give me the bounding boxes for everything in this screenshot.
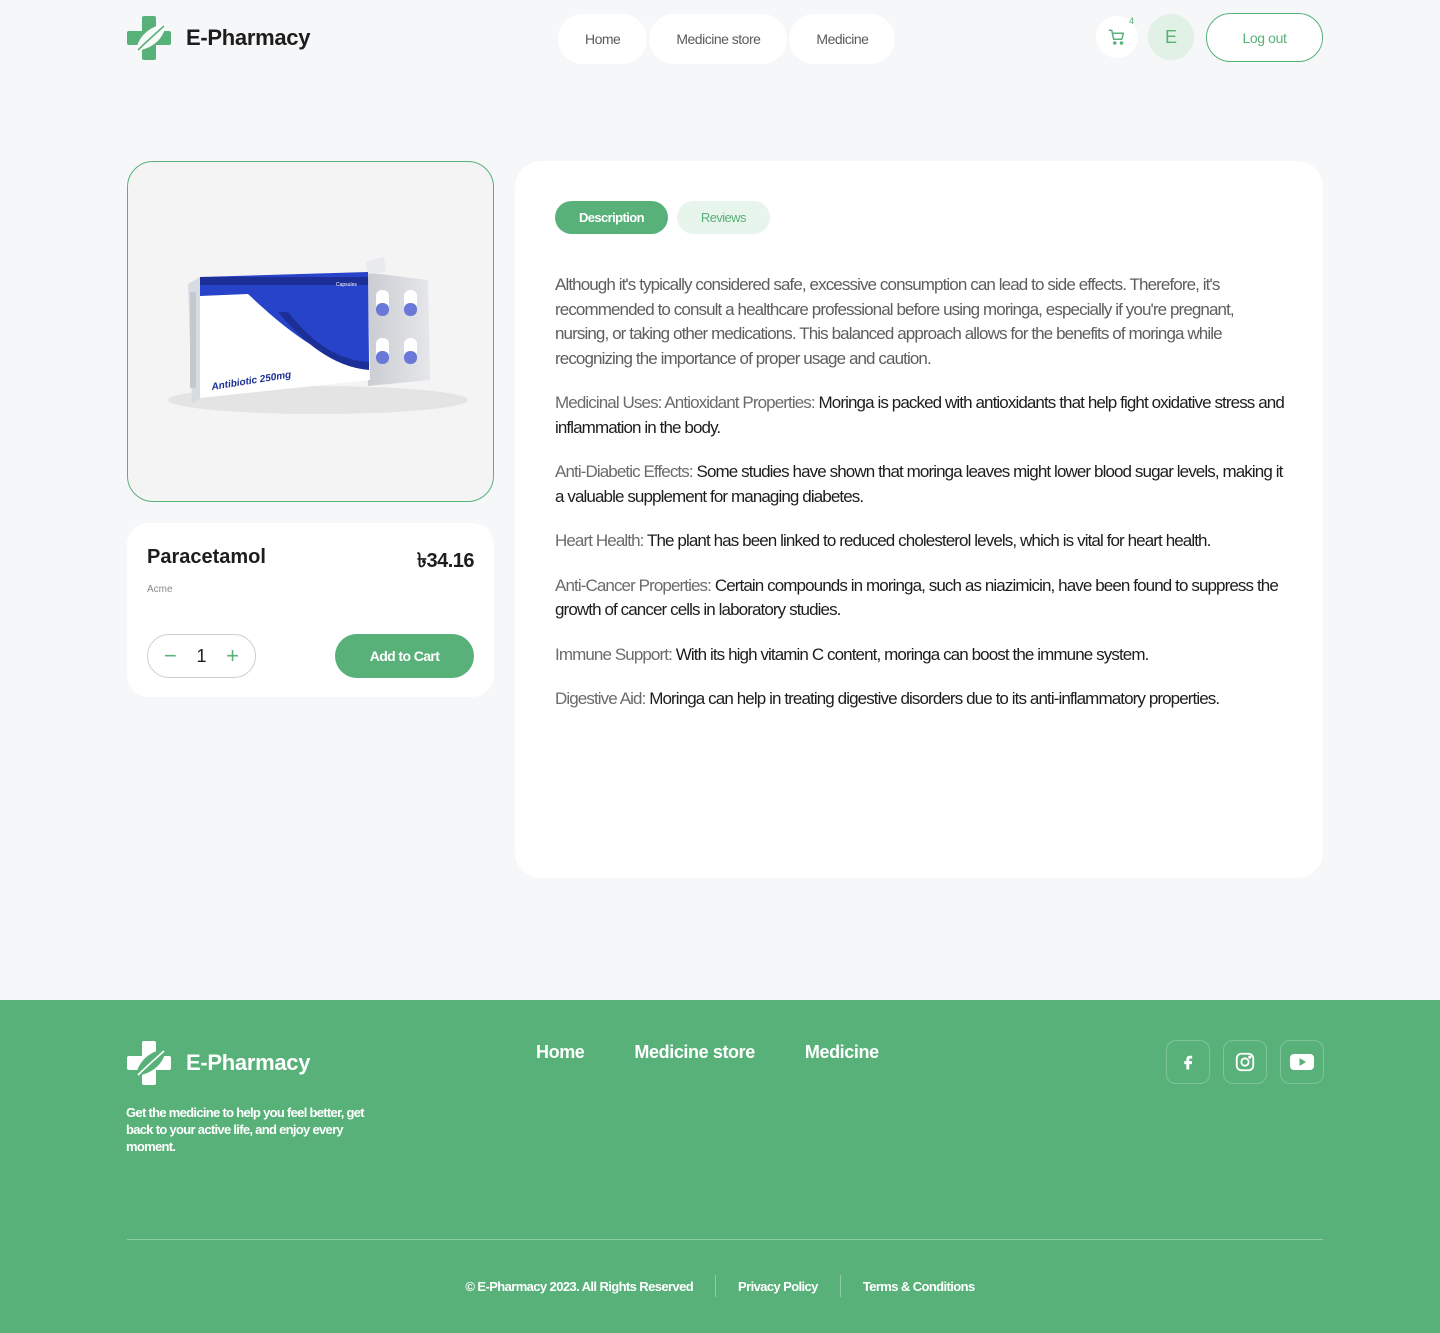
- instagram-icon: [1235, 1052, 1255, 1072]
- youtube-link[interactable]: [1280, 1040, 1324, 1084]
- increment-button[interactable]: +: [226, 645, 239, 667]
- cart-count-badge: 4: [1128, 16, 1134, 26]
- logo[interactable]: E-Pharmacy: [126, 15, 310, 61]
- footer-nav-medicine-store[interactable]: Medicine store: [634, 1042, 755, 1063]
- cart-icon: [1108, 29, 1125, 45]
- footer-logo-text: E-Pharmacy: [186, 1050, 311, 1075]
- description-intro: Although it's typically considered safe,…: [555, 275, 1235, 368]
- copyright-text: © E-Pharmacy 2023. All Rights Reserved: [465, 1278, 694, 1294]
- tab-reviews[interactable]: Reviews: [676, 201, 770, 234]
- product-brand: Acme: [147, 584, 173, 595]
- description-item: Immune Support: With its high vitamin C …: [555, 643, 1285, 668]
- footer-logo[interactable]: E-Pharmacy: [126, 1040, 310, 1086]
- description-item-label: Heart Health:: [555, 531, 644, 550]
- facebook-link[interactable]: [1166, 1040, 1210, 1084]
- social-links: [1166, 1040, 1324, 1084]
- description-item-text: With its high vitamin C content, moringa…: [675, 644, 1150, 664]
- description-item-label: Anti-Diabetic Effects:: [555, 462, 694, 481]
- description-item: Digestive Aid: Moringa can help in treat…: [555, 687, 1285, 712]
- product-info-card: Paracetamol ৳34.16 Acme − 1 + Add to Car…: [127, 523, 494, 697]
- description-item-text: The plant has been linked to reduced cho…: [647, 531, 1211, 550]
- description-item-label: Medicinal Uses: Antioxidant Properties:: [555, 393, 816, 412]
- box-small-label: Capsules: [336, 282, 357, 288]
- add-to-cart-button[interactable]: Add to Cart: [335, 634, 474, 678]
- footer-bottom: © E-Pharmacy 2023. All Rights Reserved P…: [0, 1275, 1440, 1297]
- footer-divider: [127, 1239, 1323, 1240]
- user-avatar[interactable]: E: [1148, 14, 1194, 60]
- tab-description[interactable]: Description: [555, 201, 668, 234]
- description-item-label: Immune Support:: [555, 644, 673, 664]
- cart-button[interactable]: 4: [1096, 16, 1138, 58]
- description-panel: Description Reviews Although it's typica…: [515, 161, 1323, 878]
- description-item-text: Moringa can help in treating digestive d…: [649, 689, 1220, 708]
- description-item-label: Digestive Aid:: [555, 689, 646, 708]
- product-image-card: Antibiotic 250mg Capsules: [127, 161, 494, 502]
- quantity-value: 1: [196, 645, 207, 666]
- logo-icon: [127, 16, 171, 60]
- description-item: Heart Health: The plant has been linked …: [555, 529, 1285, 554]
- facebook-icon: [1184, 1055, 1193, 1070]
- description-item: Medicinal Uses: Antioxidant Properties: …: [555, 391, 1285, 440]
- main-nav: Home Medicine store Medicine: [558, 14, 897, 64]
- logout-button[interactable]: Log out: [1206, 13, 1323, 62]
- footer-nav-medicine[interactable]: Medicine: [805, 1042, 879, 1063]
- site-footer: E-Pharmacy Get the medicine to help you …: [0, 1000, 1440, 1333]
- instagram-link[interactable]: [1223, 1040, 1267, 1084]
- product-price: ৳34.16: [416, 550, 475, 572]
- footer-separator: [839, 1275, 841, 1297]
- description-item-label: Anti-Cancer Properties:: [555, 575, 712, 595]
- product-name: Paracetamol: [147, 546, 266, 568]
- footer-tagline: Get the medicine to help you feel better…: [126, 1105, 365, 1154]
- description-body: Although it's typically considered safe,…: [555, 273, 1285, 732]
- youtube-icon: [1290, 1054, 1314, 1070]
- terms-link[interactable]: Terms & Conditions: [863, 1279, 975, 1294]
- footer-logo-icon: [127, 1041, 171, 1085]
- product-image: Antibiotic 250mg Capsules: [168, 257, 468, 414]
- description-item: Anti-Diabetic Effects: Some studies have…: [555, 460, 1285, 509]
- nav-home[interactable]: Home: [558, 14, 648, 64]
- decrement-button[interactable]: −: [164, 645, 177, 667]
- footer-separator: [715, 1275, 717, 1297]
- logo-text: E-Pharmacy: [186, 25, 311, 50]
- footer-nav-home[interactable]: Home: [536, 1042, 585, 1063]
- nav-medicine-store[interactable]: Medicine store: [649, 14, 788, 64]
- privacy-policy-link[interactable]: Privacy Policy: [738, 1279, 818, 1294]
- nav-medicine[interactable]: Medicine: [789, 14, 896, 64]
- quantity-stepper: − 1 +: [147, 634, 256, 678]
- site-header: E-Pharmacy Home Medicine store Medicine …: [0, 0, 1440, 80]
- footer-nav: Home Medicine store Medicine: [536, 1042, 879, 1063]
- description-item: Anti-Cancer Properties: Certain compound…: [555, 574, 1285, 623]
- tab-bar: Description Reviews: [555, 201, 770, 234]
